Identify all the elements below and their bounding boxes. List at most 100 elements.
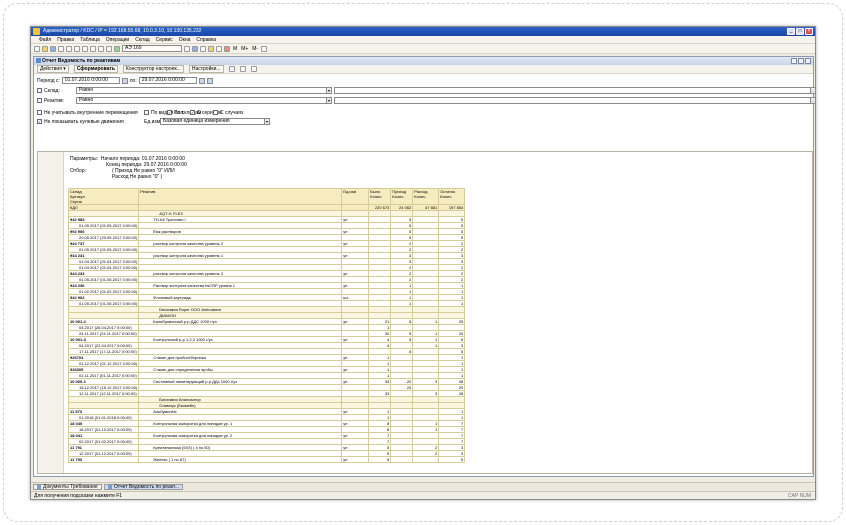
table-cell-c1: 12.2017 (01.12.2017 0:00:00)	[67, 450, 140, 457]
copy-icon[interactable]	[82, 45, 88, 52]
period-from-field[interactable]: 01.07.2016 0:00:00	[61, 77, 120, 84]
menu-service[interactable]: Сервис	[156, 36, 173, 43]
report-table: Склад Артикул Серия Реактив Ед.изм Было Ко…	[67, 188, 466, 463]
filter-warehouse-checkbox[interactable]	[37, 88, 42, 93]
memory-plus-button[interactable]: M+	[240, 46, 249, 52]
select-icon[interactable]: …	[810, 98, 815, 103]
new-icon[interactable]	[34, 45, 40, 52]
window-icon[interactable]	[261, 45, 268, 52]
filter-warehouse-condition[interactable]: Равно ▾	[76, 87, 332, 94]
unit-select[interactable]: Базовая единица измерения ▾	[160, 118, 270, 125]
memory-button[interactable]: M	[232, 46, 238, 52]
table-cell-c1: 15.12.2017 (15.12.2017 0:00:00)	[67, 384, 140, 391]
by-series-checkbox[interactable]	[144, 110, 149, 115]
unit-label: Ед.изм:	[144, 118, 162, 125]
table-cell-c1: 01.2018 (01.01.2018 0:00:00)	[67, 414, 140, 421]
maximize-button[interactable]: □	[796, 28, 804, 35]
menu-table[interactable]: Таблица	[80, 36, 100, 43]
paste-icon[interactable]	[90, 45, 96, 52]
options-row-1: Не учитывать внутренние перемещения По в…	[37, 109, 244, 116]
report-icon	[107, 485, 112, 489]
period-to-field[interactable]: 29.07.2016 0:00:00	[138, 77, 197, 84]
main-toolbar: АЭ 169 M M+ M-	[31, 44, 815, 54]
chevron-down-icon[interactable]: ▾	[264, 119, 269, 124]
table-cell-c1: 02.2017 (01.02.2017 0:00:00)	[67, 438, 140, 445]
options-row-2: ✓ Не показывать нулевые движения Ед.изм:…	[37, 118, 270, 125]
preview-icon[interactable]	[66, 45, 72, 52]
task-reagent-report[interactable]: Отчет Ведомость по реакт...	[103, 484, 183, 490]
table-header: Склад Артикул Серия Реактив Ед.изм Было Ко…	[67, 188, 466, 205]
load-settings-icon[interactable]	[239, 66, 246, 72]
filter-reagent-condition[interactable]: Равно ▾	[76, 97, 332, 104]
with-serials-checkbox[interactable]: ✓	[190, 110, 195, 115]
memory-minus-button[interactable]: M-	[251, 46, 259, 52]
internal-moves-checkbox[interactable]	[37, 110, 42, 115]
action-bar: Действия ▾ Сформировать Конструктор наст…	[34, 65, 813, 74]
calendar-icon[interactable]	[216, 45, 222, 52]
period-select-icon[interactable]	[206, 77, 213, 84]
filter-warehouse-value[interactable]: …	[334, 87, 815, 94]
save-settings-icon[interactable]	[228, 66, 235, 72]
table-cell-c1: 01.11.2017 (01.11.2017 0:00:00)	[67, 372, 140, 379]
unit-select-value: Базовая единица измерения	[163, 118, 230, 124]
menu-edit[interactable]: Правка	[57, 36, 74, 43]
report-sheet[interactable]: Параметры: Начало периода: 01.07.2016 0:…	[37, 151, 813, 474]
search-input[interactable]: АЭ 169	[122, 45, 182, 52]
search-icon[interactable]	[114, 45, 120, 52]
close-button[interactable]: ×	[805, 28, 813, 35]
report-minimize-button[interactable]	[791, 58, 797, 64]
col-rest: Остаток Колич	[438, 188, 466, 205]
by-warehouses-checkbox[interactable]: ✓	[167, 110, 172, 115]
undo-icon[interactable]	[98, 45, 104, 52]
menu-operations[interactable]: Операции	[106, 36, 129, 43]
calendar-from-icon[interactable]	[121, 77, 128, 84]
task-requirement-docs[interactable]: Документы Требование	[33, 484, 102, 490]
menu-help[interactable]: Справка	[196, 36, 216, 43]
find-next-icon[interactable]	[200, 45, 206, 52]
zero-moves-checkbox[interactable]: ✓	[37, 119, 42, 124]
help-report-icon[interactable]	[250, 66, 257, 72]
filter-reagent-checkbox[interactable]	[37, 98, 42, 103]
select-icon[interactable]: …	[810, 88, 815, 93]
col-out: Расход Колич	[412, 188, 440, 205]
help-icon[interactable]	[224, 45, 230, 52]
report-maximize-button[interactable]	[798, 58, 804, 64]
minimize-button[interactable]: _	[787, 28, 795, 35]
menu-file[interactable]: Файл	[39, 36, 51, 43]
task-report-label: Отчет Ведомость по реакт...	[113, 484, 179, 490]
print-icon[interactable]	[58, 45, 64, 52]
filter-reagent-value[interactable]: …	[334, 97, 815, 104]
report-close-button[interactable]	[805, 58, 811, 64]
actions-menu-button[interactable]: Действия ▾	[37, 65, 69, 73]
with-cases-checkbox[interactable]	[213, 110, 218, 115]
status-indicators: CAP NUM	[788, 493, 811, 499]
redo-icon[interactable]	[106, 45, 112, 52]
calendar-to-icon[interactable]	[198, 77, 205, 84]
table-cell-d: 5	[438, 456, 466, 463]
save-icon[interactable]	[50, 45, 56, 52]
table-cell-a: 5	[368, 456, 392, 463]
settings-button[interactable]: Настройки...	[188, 65, 224, 73]
find-icon[interactable]	[192, 45, 198, 52]
search-dropdown-icon[interactable]	[184, 45, 190, 52]
chevron-down-icon[interactable]: ▾	[326, 98, 331, 103]
chevron-down-icon[interactable]: ▾	[326, 88, 331, 93]
table-cell-c1: 24.11.2017 (24.11.2017 0:00:00)	[67, 330, 140, 337]
table-cell-c1: 01.12.2017 (01.12.2017 0:00:00)	[67, 360, 140, 367]
generate-button[interactable]: Сформировать	[73, 65, 118, 73]
open-icon[interactable]	[42, 45, 48, 52]
by-warehouses-label: По складам	[174, 109, 202, 116]
settings-designer-button[interactable]: Конструктор настроек...	[122, 65, 184, 73]
calculator-icon[interactable]	[208, 45, 214, 52]
table-cell-c1: 01.05.2017 (01.05.2017 0:00:00)	[67, 300, 140, 307]
col-in: Приход Колич	[390, 188, 414, 205]
table-cell-c1: 18.2017 (01.10.2017 0:00:00)	[67, 426, 140, 433]
menu-windows[interactable]: Окна	[179, 36, 191, 43]
zero-moves-label: Не показывать нулевые движения	[44, 118, 124, 125]
table-cell-u: уп	[341, 456, 370, 463]
app-icon	[33, 28, 40, 35]
menu-warehouse[interactable]: Склад	[135, 36, 149, 43]
table-cell-c1: 01.05.2017 (01.05.2017 0:00:00)	[67, 276, 140, 283]
cut-icon[interactable]	[74, 45, 80, 52]
table-row[interactable]: 11 793 Железо ( 1 по 67) уп 5 5	[67, 456, 466, 463]
